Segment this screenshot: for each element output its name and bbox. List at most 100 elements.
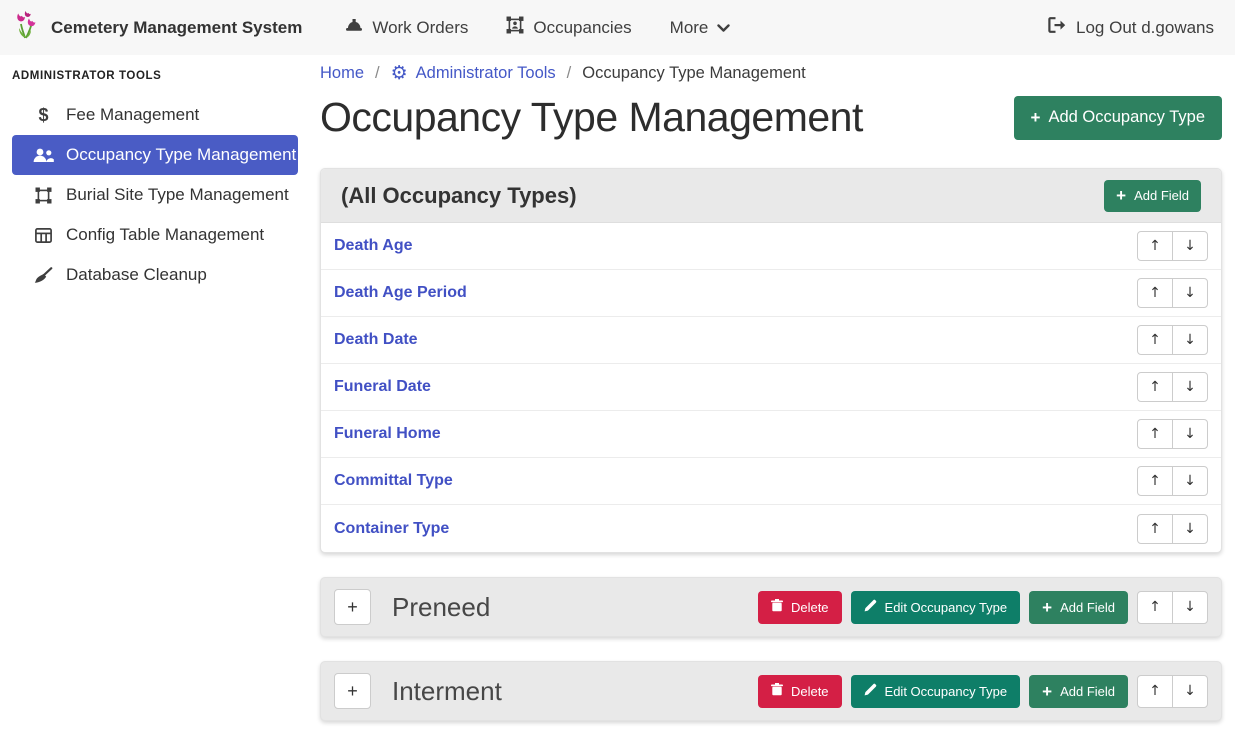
field-link-death-age[interactable]: Death Age — [334, 237, 413, 255]
nav-work-orders-label: Work Orders — [372, 18, 468, 38]
move-up-button[interactable]: ↑ — [1137, 675, 1173, 708]
breadcrumb-admin-tools-label: Administrator Tools — [416, 64, 556, 83]
section-actions: Delete Edit Occupancy Type + Add Field ↑… — [758, 591, 1208, 624]
broom-icon — [32, 267, 55, 284]
reorder-buttons: ↑ ↓ — [1137, 231, 1208, 261]
field-row: Funeral Home ↑ ↓ — [321, 411, 1221, 458]
breadcrumb-separator: / — [567, 64, 572, 83]
occupancy-type-section-interment: + Interment Delete Edi — [320, 661, 1222, 721]
move-down-button[interactable]: ↓ — [1172, 419, 1208, 449]
add-field-button[interactable]: + Add Field — [1029, 675, 1128, 708]
field-row: Committal Type ↑ ↓ — [321, 458, 1221, 505]
edit-occupancy-type-button[interactable]: Edit Occupancy Type — [851, 675, 1021, 708]
move-down-button[interactable]: ↓ — [1172, 231, 1208, 261]
plus-icon: + — [347, 597, 358, 618]
breadcrumb-separator: / — [375, 64, 380, 83]
up-arrow-icon: ↑ — [1149, 379, 1161, 395]
sidebar-item-label: Database Cleanup — [66, 265, 207, 285]
add-field-label: Add Field — [1060, 684, 1115, 699]
nav-more-label: More — [670, 18, 709, 38]
page-title: Occupancy Type Management — [320, 94, 863, 141]
sidebar-item-burial-site-type-management[interactable]: Burial Site Type Management — [12, 175, 298, 215]
vector-square-icon — [32, 187, 55, 204]
up-arrow-icon: ↑ — [1149, 599, 1161, 615]
section-actions: Delete Edit Occupancy Type + Add Field ↑… — [758, 675, 1208, 708]
nav-more[interactable]: More — [651, 18, 750, 38]
field-link-funeral-home[interactable]: Funeral Home — [334, 425, 441, 443]
add-field-label: Add Field — [1060, 600, 1115, 615]
move-down-button[interactable]: ↓ — [1172, 372, 1208, 402]
sidebar-item-label: Burial Site Type Management — [66, 185, 289, 205]
move-down-button[interactable]: ↓ — [1172, 325, 1208, 355]
move-up-button[interactable]: ↑ — [1137, 591, 1173, 624]
sidebar-item-occupancy-type-management[interactable]: Occupancy Type Management — [12, 135, 298, 175]
navbar-brand[interactable]: Cemetery Management System — [15, 10, 302, 45]
field-row: Death Date ↑ ↓ — [321, 317, 1221, 364]
sidebar-item-label: Config Table Management — [66, 225, 264, 245]
main-content: Home / ⚙ Administrator Tools / Occupancy… — [320, 55, 1222, 738]
delete-label: Delete — [791, 684, 829, 699]
move-up-button[interactable]: ↑ — [1137, 419, 1173, 449]
field-row: Funeral Date ↑ ↓ — [321, 364, 1221, 411]
reorder-buttons: ↑ ↓ — [1137, 419, 1208, 449]
move-down-button[interactable]: ↓ — [1172, 591, 1208, 624]
move-down-button[interactable]: ↓ — [1172, 278, 1208, 308]
up-arrow-icon: ↑ — [1149, 332, 1161, 348]
add-field-button[interactable]: + Add Field — [1029, 591, 1128, 624]
reorder-buttons: ↑ ↓ — [1137, 514, 1208, 544]
reorder-buttons: ↑ ↓ — [1137, 591, 1208, 624]
all-occupancy-types-title: (All Occupancy Types) — [341, 183, 577, 209]
field-link-death-age-period[interactable]: Death Age Period — [334, 284, 467, 302]
move-down-button[interactable]: ↓ — [1172, 675, 1208, 708]
add-field-label: Add Field — [1134, 188, 1189, 203]
nav-work-orders[interactable]: Work Orders — [326, 18, 487, 38]
move-up-button[interactable]: ↑ — [1137, 278, 1173, 308]
sidebar-item-database-cleanup[interactable]: Database Cleanup — [12, 255, 298, 295]
delete-button[interactable]: Delete — [758, 675, 842, 708]
move-down-button[interactable]: ↓ — [1172, 466, 1208, 496]
sidebar-item-config-table-management[interactable]: Config Table Management — [12, 215, 298, 255]
expand-button[interactable]: + — [334, 673, 371, 709]
up-arrow-icon: ↑ — [1149, 238, 1161, 254]
move-up-button[interactable]: ↑ — [1137, 372, 1173, 402]
field-link-committal-type[interactable]: Committal Type — [334, 472, 453, 490]
move-up-button[interactable]: ↑ — [1137, 514, 1173, 544]
section-title: Interment — [392, 676, 502, 707]
title-row: Occupancy Type Management + Add Occupanc… — [320, 94, 1222, 141]
field-link-funeral-date[interactable]: Funeral Date — [334, 378, 431, 396]
up-arrow-icon: ↑ — [1149, 521, 1161, 537]
delete-label: Delete — [791, 600, 829, 615]
reorder-buttons: ↑ ↓ — [1137, 466, 1208, 496]
logout-link[interactable]: Log Out d.gowans — [1048, 17, 1220, 38]
field-link-container-type[interactable]: Container Type — [334, 520, 449, 538]
down-arrow-icon: ↓ — [1184, 238, 1196, 254]
trash-icon — [771, 599, 783, 615]
add-occupancy-type-button[interactable]: + Add Occupancy Type — [1014, 96, 1222, 140]
sidebar-item-label: Fee Management — [66, 105, 199, 125]
all-occupancy-types-header: (All Occupancy Types) + Add Field — [321, 169, 1221, 223]
up-arrow-icon: ↑ — [1149, 285, 1161, 301]
top-navbar: Cemetery Management System Work Orders — [0, 0, 1235, 55]
add-field-button[interactable]: + Add Field — [1104, 180, 1201, 212]
move-up-button[interactable]: ↑ — [1137, 466, 1173, 496]
breadcrumb-home-link[interactable]: Home — [320, 64, 364, 83]
plus-icon: + — [1031, 109, 1041, 126]
field-link-death-date[interactable]: Death Date — [334, 331, 418, 349]
move-up-button[interactable]: ↑ — [1137, 325, 1173, 355]
plus-icon: + — [1042, 599, 1052, 616]
expand-button[interactable]: + — [334, 589, 371, 625]
move-down-button[interactable]: ↓ — [1172, 514, 1208, 544]
up-arrow-icon: ↑ — [1149, 683, 1161, 699]
sidebar-item-fee-management[interactable]: $ Fee Management — [12, 95, 298, 135]
logout-label: Log Out d.gowans — [1076, 18, 1214, 38]
nav-occupancies[interactable]: Occupancies — [487, 16, 650, 39]
gear-icon: ⚙ — [391, 64, 408, 83]
breadcrumb-admin-tools-link[interactable]: ⚙ Administrator Tools — [391, 64, 556, 83]
down-arrow-icon: ↓ — [1184, 379, 1196, 395]
plus-icon: + — [1042, 683, 1052, 700]
edit-occupancy-type-button[interactable]: Edit Occupancy Type — [851, 591, 1021, 624]
delete-button[interactable]: Delete — [758, 591, 842, 624]
field-row: Death Age ↑ ↓ — [321, 223, 1221, 270]
users-icon — [32, 148, 55, 163]
move-up-button[interactable]: ↑ — [1137, 231, 1173, 261]
